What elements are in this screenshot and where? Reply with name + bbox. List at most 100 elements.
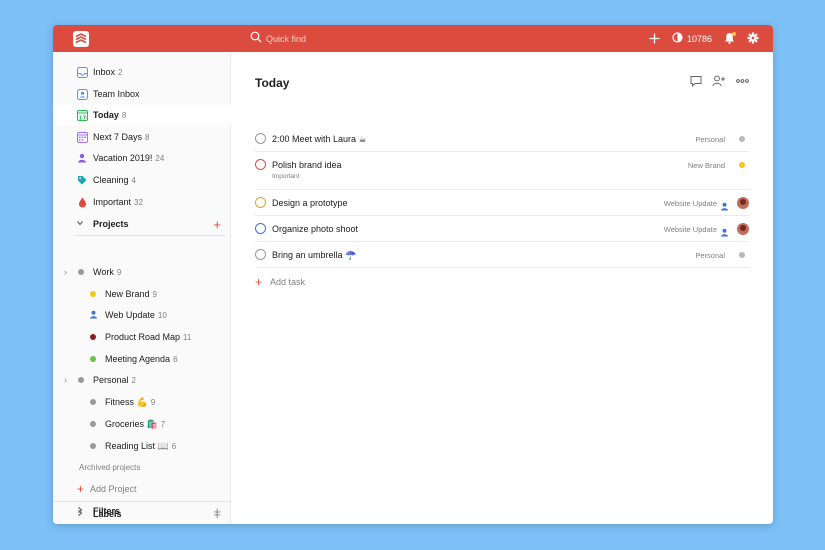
sidebar-item-inbox[interactable]: Inbox 2 (53, 62, 231, 82)
add-project-button[interactable]: + Add Project (77, 482, 137, 496)
main-content: Today 2:00 Meet with Laura ☕ Personal Po… (231, 52, 773, 524)
project-label: Reading List 📖 (105, 441, 169, 451)
task-row[interactable]: 2:00 Meet with Laura ☕ Personal (255, 126, 749, 152)
plus-icon: + (255, 275, 263, 289)
task-row[interactable]: Polish brand idea Important New Brand (255, 152, 749, 190)
drop-icon (76, 196, 88, 208)
sidebar-item-count: 8 (145, 133, 150, 142)
avatar[interactable] (737, 197, 749, 209)
header-actions (680, 75, 749, 87)
sidebar-item-label: Important (93, 197, 132, 207)
project-reading-list[interactable]: Reading List 📖 6 (53, 436, 231, 456)
search-icon (250, 30, 266, 48)
task-text: 2:00 Meet with Laura ☕ (272, 134, 367, 144)
karma-button[interactable]: 10786 (672, 32, 712, 45)
sidebar-item-count: 24 (155, 154, 165, 163)
sidebar-item-cleaning[interactable]: Cleaning 4 (53, 170, 231, 190)
project-count: 7 (160, 420, 166, 429)
sidebar: Inbox 2 Team Inbox 17 Today 8 Next 7 Days 8 (53, 52, 231, 524)
comment-icon[interactable] (690, 75, 702, 87)
add-project-icon[interactable]: + (213, 217, 221, 232)
task-row[interactable]: Bring an umbrella ☂️ Personal (255, 242, 749, 268)
plus-icon: + (77, 482, 85, 496)
task-checkbox[interactable] (255, 197, 266, 208)
quick-find (250, 31, 426, 47)
project-count: 9 (116, 268, 122, 277)
project-fitness[interactable]: Fitness 💪 9 (53, 392, 231, 412)
project-dot (90, 356, 96, 362)
task-checkbox[interactable] (255, 223, 266, 234)
project-meeting-agenda[interactable]: Meeting Agenda 6 (53, 349, 231, 369)
search-input[interactable] (266, 34, 426, 44)
projects-header[interactable]: Projects + (53, 213, 231, 235)
project-web-update[interactable]: Web Update 10 (53, 305, 231, 325)
archived-projects-link[interactable]: Archived projects (79, 463, 140, 472)
task-text: Bring an umbrella ☂️ (272, 250, 357, 260)
project-new-brand[interactable]: New Brand 9 (53, 284, 231, 304)
project-dot (90, 334, 96, 340)
project-product-road-map[interactable]: Product Road Map 11 (53, 327, 231, 347)
tag-icon (76, 174, 88, 186)
gear-icon (747, 32, 759, 46)
divider (75, 235, 225, 236)
project-count: 6 (173, 355, 178, 364)
avatar[interactable] (737, 223, 749, 235)
project-groceries[interactable]: Groceries 🛍️ 7 (53, 414, 231, 434)
project-count: 9 (152, 290, 157, 299)
task-label: Important (272, 173, 300, 180)
sidebar-item-label: Today (93, 110, 119, 120)
chevron-right-icon[interactable]: › (64, 375, 67, 385)
sidebar-item-team-inbox[interactable]: Team Inbox (53, 84, 231, 104)
project-personal[interactable]: › Personal 2 (53, 370, 231, 390)
sidebar-item-label: Inbox (93, 67, 116, 77)
sidebar-item-label: Cleaning (93, 175, 129, 185)
app-window: 10786 Inbox2 (53, 25, 773, 524)
add-person-icon[interactable] (712, 75, 726, 87)
chevron-down-icon (76, 219, 84, 229)
task-project: Website Update (663, 225, 717, 234)
add-project-label: Add Project (90, 484, 137, 494)
chevron-right-icon (76, 506, 84, 516)
sidebar-item-today[interactable]: 17 Today 8 (53, 105, 231, 125)
task-project: Personal (695, 135, 725, 144)
task-checkbox[interactable] (255, 159, 266, 170)
project-dot (90, 443, 96, 449)
task-text: Polish brand idea (272, 160, 342, 170)
filters-header[interactable]: Filters + (53, 500, 231, 522)
settings-button[interactable] (747, 32, 759, 46)
chevron-right-icon[interactable]: › (64, 267, 67, 277)
top-bar: 10786 (53, 25, 773, 52)
project-dot (739, 162, 745, 168)
task-checkbox[interactable] (255, 133, 266, 144)
add-icon[interactable] (649, 33, 660, 44)
more-icon[interactable] (736, 79, 749, 83)
todoist-logo-icon[interactable] (73, 31, 89, 47)
project-count: 2 (131, 376, 136, 385)
notifications-button[interactable] (724, 31, 736, 46)
task-text: Design a prototype (272, 198, 348, 208)
project-dot (739, 252, 745, 258)
project-work[interactable]: › Work 9 (53, 262, 231, 282)
add-filter-icon[interactable]: + (213, 504, 221, 519)
project-dot (739, 136, 745, 142)
project-dot (78, 377, 84, 383)
karma-value: 10786 (686, 33, 712, 44)
task-row[interactable]: Organize photo shoot Website Update (255, 216, 749, 242)
calendar-today-icon: 17 (76, 109, 88, 121)
project-count: 6 (171, 442, 177, 451)
task-checkbox[interactable] (255, 249, 266, 260)
task-row[interactable]: Design a prototype Website Update (255, 190, 749, 216)
person-icon (720, 198, 729, 216)
page-title: Today (255, 76, 290, 90)
sidebar-item-vacation[interactable]: Vacation 2019! 24 (53, 148, 231, 168)
project-label: Fitness 💪 (105, 397, 148, 407)
sidebar-item-important[interactable]: Important 32 (53, 192, 231, 212)
add-task-button[interactable]: + Add task (255, 275, 305, 289)
calendar-week-icon (76, 131, 88, 143)
project-dot (90, 421, 96, 427)
sidebar-item-next-7-days[interactable]: Next 7 Days 8 (53, 127, 231, 147)
inbox-icon (76, 66, 88, 78)
sidebar-item-count: 2 (118, 68, 123, 77)
person-icon (89, 310, 98, 321)
project-label: Groceries 🛍️ (105, 419, 158, 429)
